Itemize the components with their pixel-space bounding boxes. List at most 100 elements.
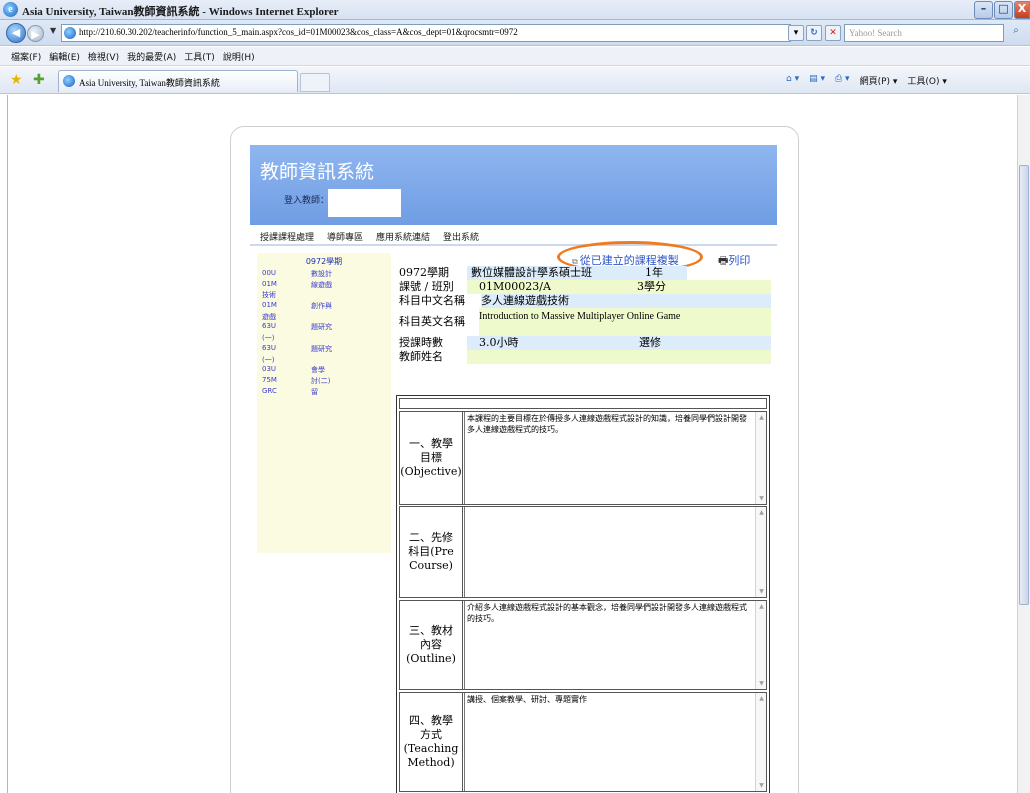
method-label: 四、教學 方式 (Teaching Method)	[400, 693, 463, 791]
course-list-panel: 0972學期 00U 數設計 01M 線遊戲 技術 01M 創作與 遊戲 63U 題研究…	[257, 253, 391, 553]
page-menu-button[interactable]: 網頁(P) ▾	[860, 74, 898, 87]
course-item[interactable]: GRC 留	[262, 387, 387, 398]
browser-window: e Asia University, Taiwan教師資訊系統 - Window…	[0, 0, 1030, 793]
search-icon[interactable]: ⌕	[1007, 25, 1025, 41]
outline-label: 三、教材 內容 (Outline)	[400, 601, 463, 689]
syllabus-header-row	[399, 398, 767, 409]
course-item[interactable]: (一)	[262, 333, 387, 344]
window-title: Asia University, Taiwan教師資訊系統 - Windows …	[22, 6, 339, 18]
objective-textarea[interactable]: 本課程的主要目標在於傳授多人連線遊戲程式設計的知識，培養同學們設計開發多人連線遊…	[464, 412, 766, 504]
tab-title: Asia University, Taiwan教師資訊系統	[79, 78, 220, 88]
info-row-ename: 科目英文名稱 Introduction to Massive Multiplay…	[399, 308, 771, 336]
course-item[interactable]: 63U 題研究	[262, 344, 387, 355]
back-button[interactable]: ◀	[6, 23, 26, 43]
menu-bar: 檔案(F) 編輯(E) 檢視(V) 我的最愛(A) 工具(T) 說明(H)	[0, 47, 1030, 66]
ename-label: 科目英文名稱	[399, 315, 465, 328]
scroll-up-icon[interactable]: ▲	[757, 508, 766, 517]
scroll-down-icon[interactable]: ▼	[757, 679, 766, 688]
method-textarea[interactable]: 講授、個案教學、研討、專題實作 ▲ ▼	[464, 693, 766, 791]
tools-menu-button[interactable]: 工具(O) ▾	[907, 74, 947, 87]
menu-view[interactable]: 檢視(V)	[88, 50, 119, 63]
info-row-hours: 授課時數 3.0小時 選修	[399, 336, 771, 350]
precourse-label: 二、先修 科目(Pre Course)	[400, 507, 463, 597]
menu-file[interactable]: 檔案(F)	[11, 50, 41, 63]
tab-active[interactable]: Asia University, Taiwan教師資訊系統	[58, 70, 298, 92]
page-scrollbar[interactable]	[1017, 95, 1030, 793]
scrollbar-thumb[interactable]	[1019, 165, 1029, 605]
window-controls: – □ X	[974, 1, 1030, 19]
nav-logout[interactable]: 登出系統	[443, 230, 479, 243]
course-type-value: 選修	[637, 336, 771, 350]
objective-label: 一、教學 目標 (Objective)	[400, 412, 463, 504]
textarea-scrollbar[interactable]: ▲ ▼	[755, 412, 766, 504]
forward-button[interactable]: ▶	[27, 25, 44, 42]
cname-value: 多人連線遊戲技術	[481, 294, 771, 308]
textarea-scrollbar[interactable]: ▲ ▼	[755, 601, 766, 689]
textarea-scrollbar[interactable]: ▲ ▼	[755, 693, 766, 791]
course-item[interactable]: 遊戲	[262, 312, 387, 323]
refresh-button[interactable]: ↻	[806, 25, 822, 41]
maximize-button[interactable]: □	[994, 1, 1013, 19]
course-item[interactable]: (一)	[262, 355, 387, 366]
stop-button[interactable]: ✕	[825, 25, 841, 41]
print-toolbar-icon[interactable]: ⎙ ▾	[835, 74, 850, 87]
course-item[interactable]: 75M 討(二)	[262, 376, 387, 387]
scroll-down-icon[interactable]: ▼	[757, 781, 766, 790]
nav-app-links[interactable]: 應用系統連結	[376, 230, 430, 243]
course-item[interactable]: 00U 數設計	[262, 269, 387, 280]
course-item[interactable]: 01M 創作與	[262, 301, 387, 312]
close-button[interactable]: X	[1014, 1, 1030, 19]
syllabus-row-outline: 三、教材 內容 (Outline) 介紹多人連線遊戲程式設計的基本觀念，培養同學…	[399, 600, 767, 690]
term-value: 0972學期	[399, 266, 449, 279]
syllabus-row-objective: 一、教學 目標 (Objective) 本課程的主要目標在於傳授多人連線遊戲程式…	[399, 411, 767, 505]
add-favorite-icon[interactable]: ✚	[33, 72, 45, 88]
hours-value: 3.0小時	[467, 336, 637, 350]
scroll-up-icon[interactable]: ▲	[757, 413, 766, 422]
teacher-value	[467, 350, 771, 364]
favorites-star-icon[interactable]: ★	[10, 72, 23, 88]
address-input[interactable]: http://210.60.30.202/teacherinfo/functio…	[61, 24, 791, 42]
course-item[interactable]: 01M 線遊戲	[262, 280, 387, 291]
minimize-button[interactable]: –	[974, 1, 993, 19]
class-label: 課號 / 班別	[399, 280, 454, 293]
year-value: 1年	[637, 266, 687, 280]
url-text: http://210.60.30.202/teacherinfo/functio…	[79, 27, 518, 37]
syllabus-row-precourse: 二、先修 科目(Pre Course) ▲ ▼	[399, 506, 767, 598]
address-toolbar: ◀ ▶ ▼ http://210.60.30.202/teacherinfo/f…	[0, 20, 1030, 46]
history-dropdown-icon[interactable]: ▼	[50, 26, 56, 35]
system-title: 教師資訊系統	[260, 161, 375, 183]
precourse-textarea[interactable]: ▲ ▼	[464, 507, 766, 597]
cname-label: 科目中文名稱	[399, 294, 465, 307]
feeds-icon[interactable]: ▤ ▾	[809, 74, 825, 87]
textarea-scrollbar[interactable]: ▲ ▼	[755, 507, 766, 597]
menu-favorites[interactable]: 我的最愛(A)	[127, 50, 176, 63]
class-value: 01M00023/A	[467, 280, 629, 294]
search-input[interactable]: Yahoo! Search	[844, 24, 1004, 42]
address-dropdown-button[interactable]: ▾	[788, 25, 804, 41]
course-info: 0972學期 數位媒體設計學系碩士班 1年 課號 / 班別 01M00023/A…	[399, 266, 771, 364]
nav-advisor[interactable]: 導師專區	[327, 230, 363, 243]
course-item[interactable]: 03U 會學	[262, 365, 387, 376]
system-nav: 授課課程處理 導師專區 應用系統連結 登出系統	[250, 228, 777, 246]
command-bar: ⌂ ▾ ▤ ▾ ⎙ ▾ 網頁(P) ▾ 工具(O) ▾	[786, 74, 947, 87]
home-icon[interactable]: ⌂ ▾	[786, 74, 799, 87]
scroll-down-icon[interactable]: ▼	[757, 494, 766, 503]
term-title: 0972學期	[305, 257, 343, 266]
outline-textarea[interactable]: 介紹多人連線遊戲程式設計的基本觀念，培養同學們設計開發多人連線遊戲程式的技巧。 …	[464, 601, 766, 689]
scroll-up-icon[interactable]: ▲	[757, 602, 766, 611]
new-tab-button[interactable]	[300, 73, 330, 92]
scroll-up-icon[interactable]: ▲	[757, 694, 766, 703]
menu-tools[interactable]: 工具(T)	[184, 50, 215, 63]
redacted-teacher-name	[328, 189, 401, 217]
course-item[interactable]: 技術	[262, 290, 387, 301]
teacher-label: 教師姓名	[399, 350, 443, 363]
menu-help[interactable]: 說明(H)	[223, 50, 255, 63]
login-label: 登入教師：	[284, 196, 330, 206]
ename-value: Introduction to Massive Multiplayer Onli…	[479, 308, 771, 336]
course-item[interactable]: 63U 題研究	[262, 322, 387, 333]
syllabus-table: 一、教學 目標 (Objective) 本課程的主要目標在於傳授多人連線遊戲程式…	[396, 395, 770, 793]
page-icon	[64, 27, 76, 39]
scroll-down-icon[interactable]: ▼	[757, 587, 766, 596]
menu-edit[interactable]: 編輯(E)	[49, 50, 80, 63]
nav-course-processing[interactable]: 授課課程處理	[260, 230, 314, 243]
